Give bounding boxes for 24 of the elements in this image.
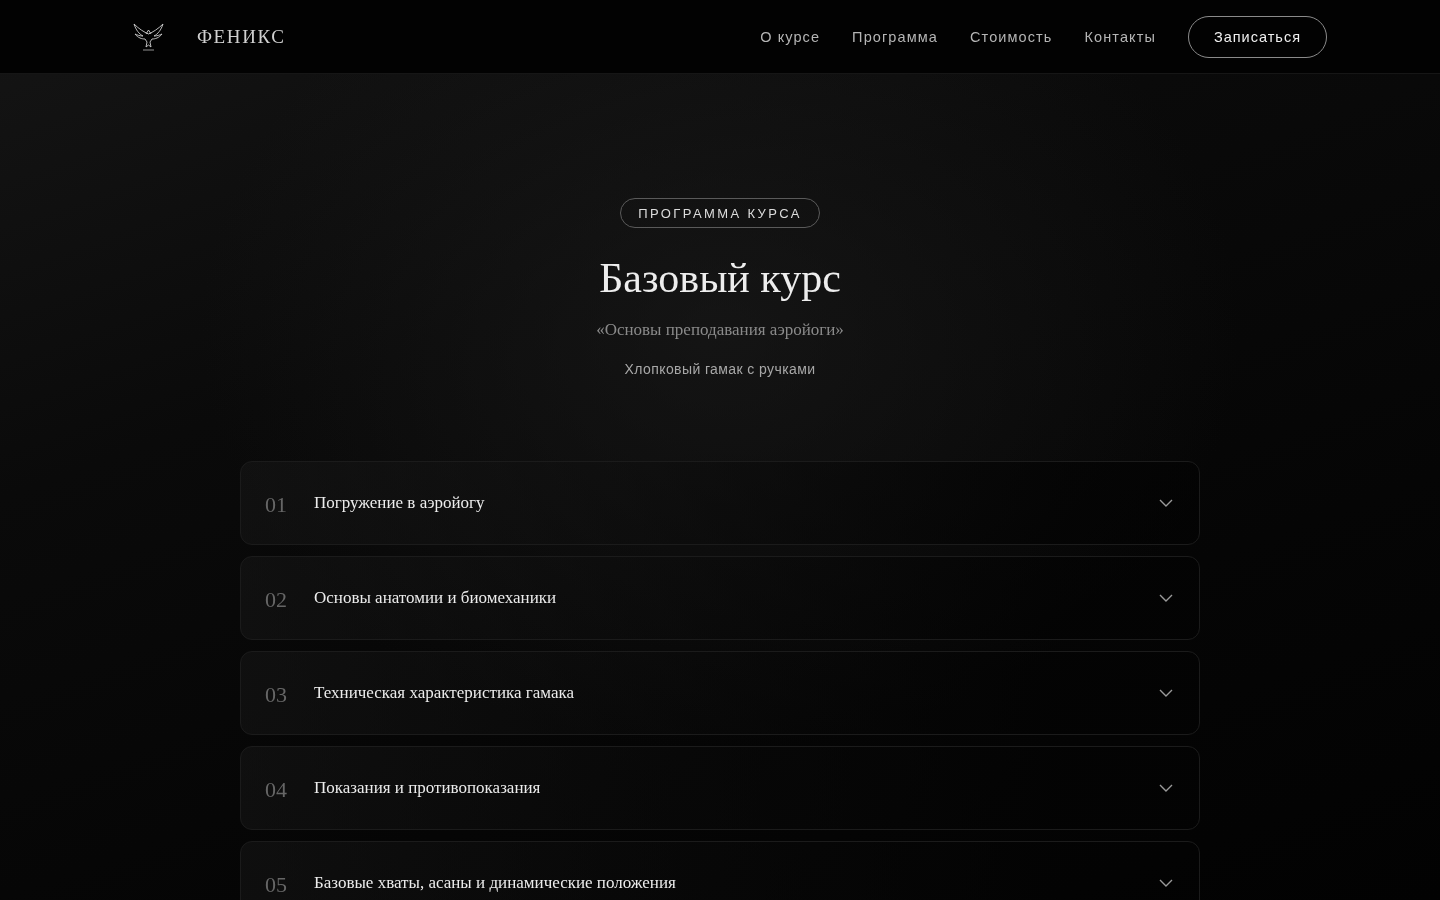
nav-link[interactable]: Программа [852, 28, 938, 45]
bird-logo-icon [133, 21, 164, 52]
course-note: Хлопковый гамак с ручками [624, 360, 816, 379]
module-card[interactable]: 01 Погружение в аэройогу [240, 461, 1200, 545]
module-card[interactable]: 02 Основы анатомии и биомеханики [240, 556, 1200, 640]
module-title: Показания и противопоказания [314, 778, 541, 798]
course-title: Базовый курс [599, 254, 841, 303]
course-subtitle: «Основы преподавания аэройоги» [596, 319, 844, 341]
module-number: 02 [265, 586, 288, 613]
module-card[interactable]: 03 Техническая характеристика гамака [240, 651, 1200, 735]
module-card[interactable]: 05 Базовые хваты, асаны и динамические положения [240, 841, 1200, 900]
nav-link[interactable]: Контакты [1084, 28, 1156, 45]
nav-link[interactable]: Стоимость [970, 28, 1053, 45]
module-card[interactable]: 04 Показания и противопоказания [240, 746, 1200, 830]
module-title: Техническая характеристика гамака [314, 683, 575, 703]
module-title: Базовые хваты, асаны и динамические положения [314, 873, 676, 893]
module-number: 05 [265, 871, 288, 898]
module-title: Погружение в аэройогу [314, 493, 485, 513]
module-title: Основы анатомии и биомеханики [314, 588, 557, 608]
module-number: 04 [265, 776, 288, 803]
module-number: 01 [265, 491, 288, 518]
module-number: 03 [265, 681, 288, 708]
brand-name: ФЕНИКС [197, 25, 286, 48]
nav-link[interactable]: О курсе [760, 28, 821, 45]
